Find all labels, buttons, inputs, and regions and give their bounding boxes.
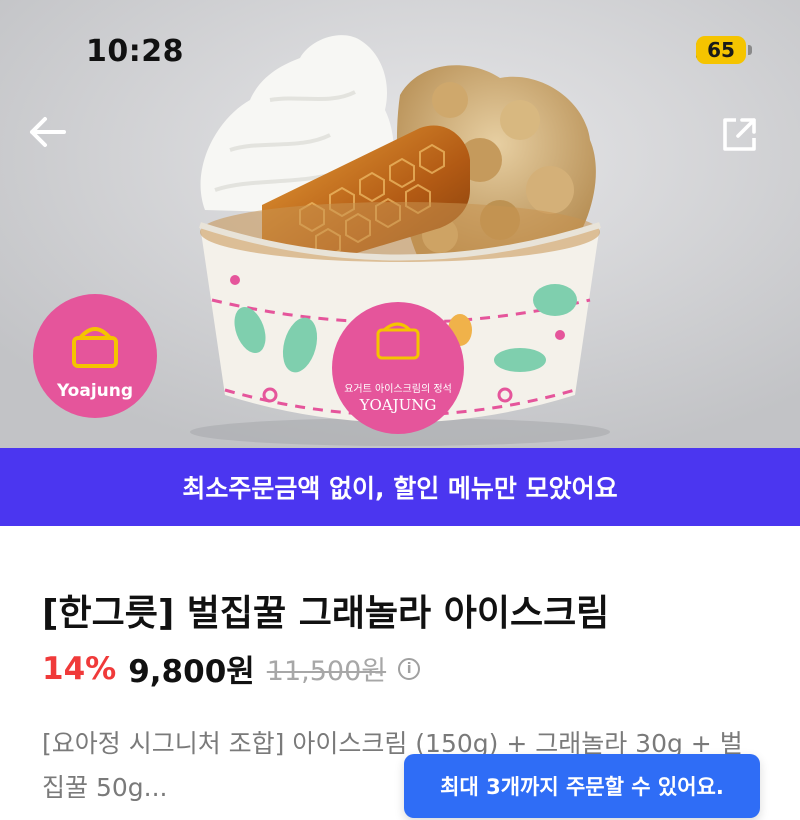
- discount-rate: 14%: [42, 650, 117, 687]
- battery-level: 65: [707, 38, 735, 62]
- status-time: 10:28: [86, 34, 184, 69]
- share-button[interactable]: [722, 116, 772, 166]
- sale-price: 9,800원: [128, 654, 255, 690]
- brand-logo-text: Yoajung: [56, 381, 133, 401]
- cup-label-small: 요거트 아이스크림의 정석: [344, 383, 452, 395]
- back-button[interactable]: [28, 116, 78, 166]
- share-icon: [723, 118, 756, 151]
- info-icon[interactable]: i: [398, 657, 421, 680]
- cup-label-brand: YOAJUNG: [359, 396, 437, 414]
- toast-text: 최대 3개까지 주문할 수 있어요.: [440, 775, 724, 799]
- product-image: 요거트 아이스크림의 정석 YOAJUNG Yoajung 10:28 65: [0, 0, 800, 448]
- promo-banner[interactable]: 최소주문금액 없이, 할인 메뉴만 모았어요: [0, 448, 800, 526]
- price-row: 14% 9,800원 11,500원 i: [42, 646, 421, 691]
- battery-icon: 65: [696, 36, 752, 64]
- original-price: 11,500원: [266, 656, 387, 687]
- status-icons: 65: [696, 36, 752, 64]
- promo-banner-text: 최소주문금액 없이, 할인 메뉴만 모았어요: [182, 474, 618, 503]
- product-title: [한그릇] 벌집꿀 그래놀라 아이스크림: [42, 593, 610, 634]
- order-limit-toast: 최대 3개까지 주문할 수 있어요.: [404, 754, 760, 818]
- arrow-left-icon: [30, 117, 66, 147]
